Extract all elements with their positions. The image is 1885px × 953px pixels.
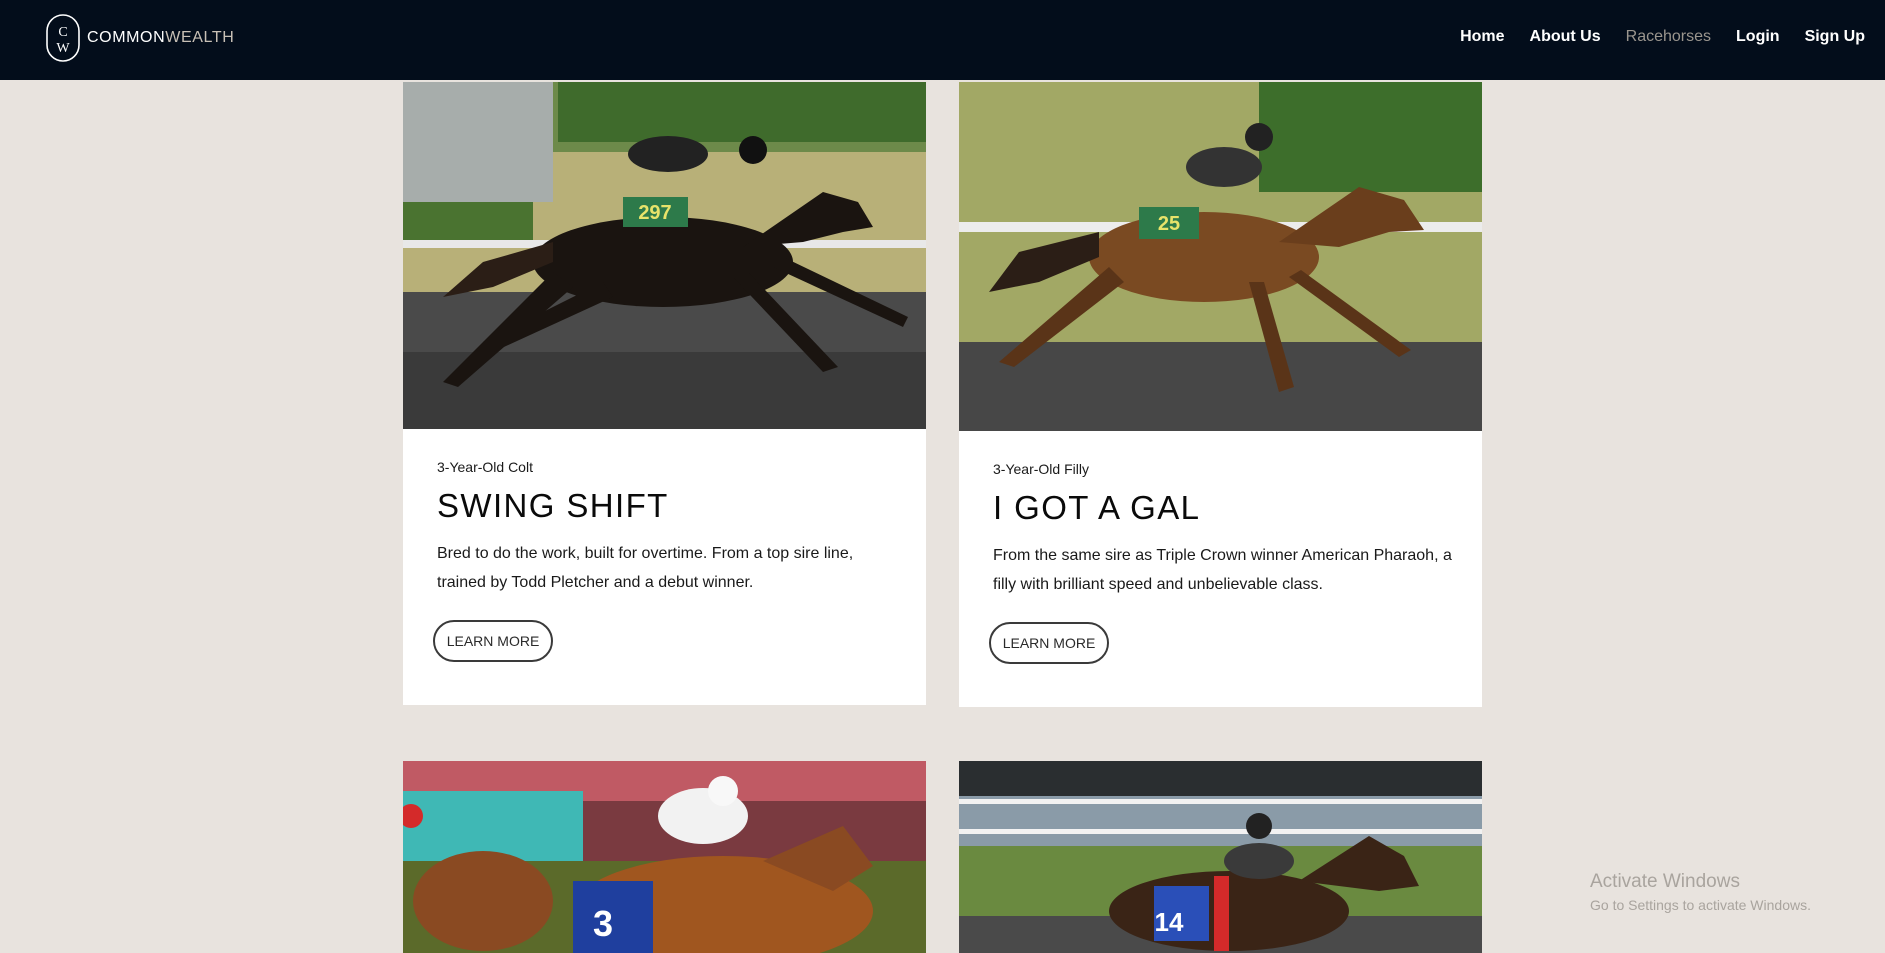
- watermark-line1: Activate Windows: [1590, 871, 1740, 892]
- brand-name-part1: COMMON: [87, 29, 166, 46]
- horse-subtitle: 3-Year-Old Colt: [437, 459, 533, 475]
- nav-about-us[interactable]: About Us: [1530, 28, 1601, 46]
- horse-name: I GOT A GAL: [993, 489, 1201, 526]
- logo-emblem-icon: C W: [46, 14, 80, 62]
- top-navbar: C W COMMONWEALTH Home About Us Racehorse…: [0, 0, 1885, 80]
- horse-photo-3[interactable]: 3: [403, 761, 926, 953]
- learn-more-button[interactable]: LEARN MORE: [989, 622, 1109, 664]
- horse-name: SWING SHIFT: [437, 487, 669, 524]
- horse-card-body: 3-Year-Old Colt SWING SHIFT Bred to do t…: [403, 429, 926, 597]
- horse-card-4: 14: [959, 761, 1482, 953]
- nav-sign-up[interactable]: Sign Up: [1805, 28, 1865, 46]
- main-nav: Home About Us Racehorses Login Sign Up: [1460, 28, 1865, 46]
- saddle-number-14: 14: [1155, 907, 1184, 937]
- horse-photo-swing-shift[interactable]: 297: [403, 82, 926, 429]
- horse-card-i-got-a-gal: 25 3-Year-Old Filly I GOT A GAL From the…: [959, 82, 1482, 707]
- horse-photo-i-got-a-gal[interactable]: 25: [959, 82, 1482, 431]
- watermark-line2: Go to Settings to activate Windows.: [1590, 897, 1811, 913]
- horse-photo-4[interactable]: 14: [959, 761, 1482, 953]
- saddle-number-297: 297: [638, 202, 671, 224]
- saddle-number-25: 25: [1158, 213, 1180, 235]
- horse-subtitle: 3-Year-Old Filly: [993, 461, 1089, 477]
- svg-text:W: W: [56, 41, 70, 56]
- horse-description: From the same sire as Triple Crown winne…: [993, 547, 1452, 593]
- brand-name-part2: WEALTH: [165, 29, 235, 46]
- horse-card-body: 3-Year-Old Filly I GOT A GAL From the sa…: [959, 431, 1482, 599]
- nav-home[interactable]: Home: [1460, 28, 1504, 46]
- nav-racehorses[interactable]: Racehorses: [1626, 28, 1711, 46]
- activate-windows-watermark: Activate Windows Go to Settings to activ…: [1590, 871, 1811, 913]
- brand-name: COMMONWEALTH: [87, 29, 234, 47]
- saddle-number-3: 3: [593, 903, 613, 944]
- learn-more-button[interactable]: LEARN MORE: [433, 620, 553, 662]
- nav-login[interactable]: Login: [1736, 28, 1780, 46]
- commonwealth-logo[interactable]: C W COMMONWEALTH: [45, 13, 234, 63]
- horse-card-swing-shift: 297 3-Year-Old Colt SWING SHIFT Bred to …: [403, 82, 926, 705]
- svg-text:C: C: [58, 25, 67, 40]
- horse-description: Bred to do the work, built for overtime.…: [437, 545, 854, 591]
- horse-card-3: 3: [403, 761, 926, 953]
